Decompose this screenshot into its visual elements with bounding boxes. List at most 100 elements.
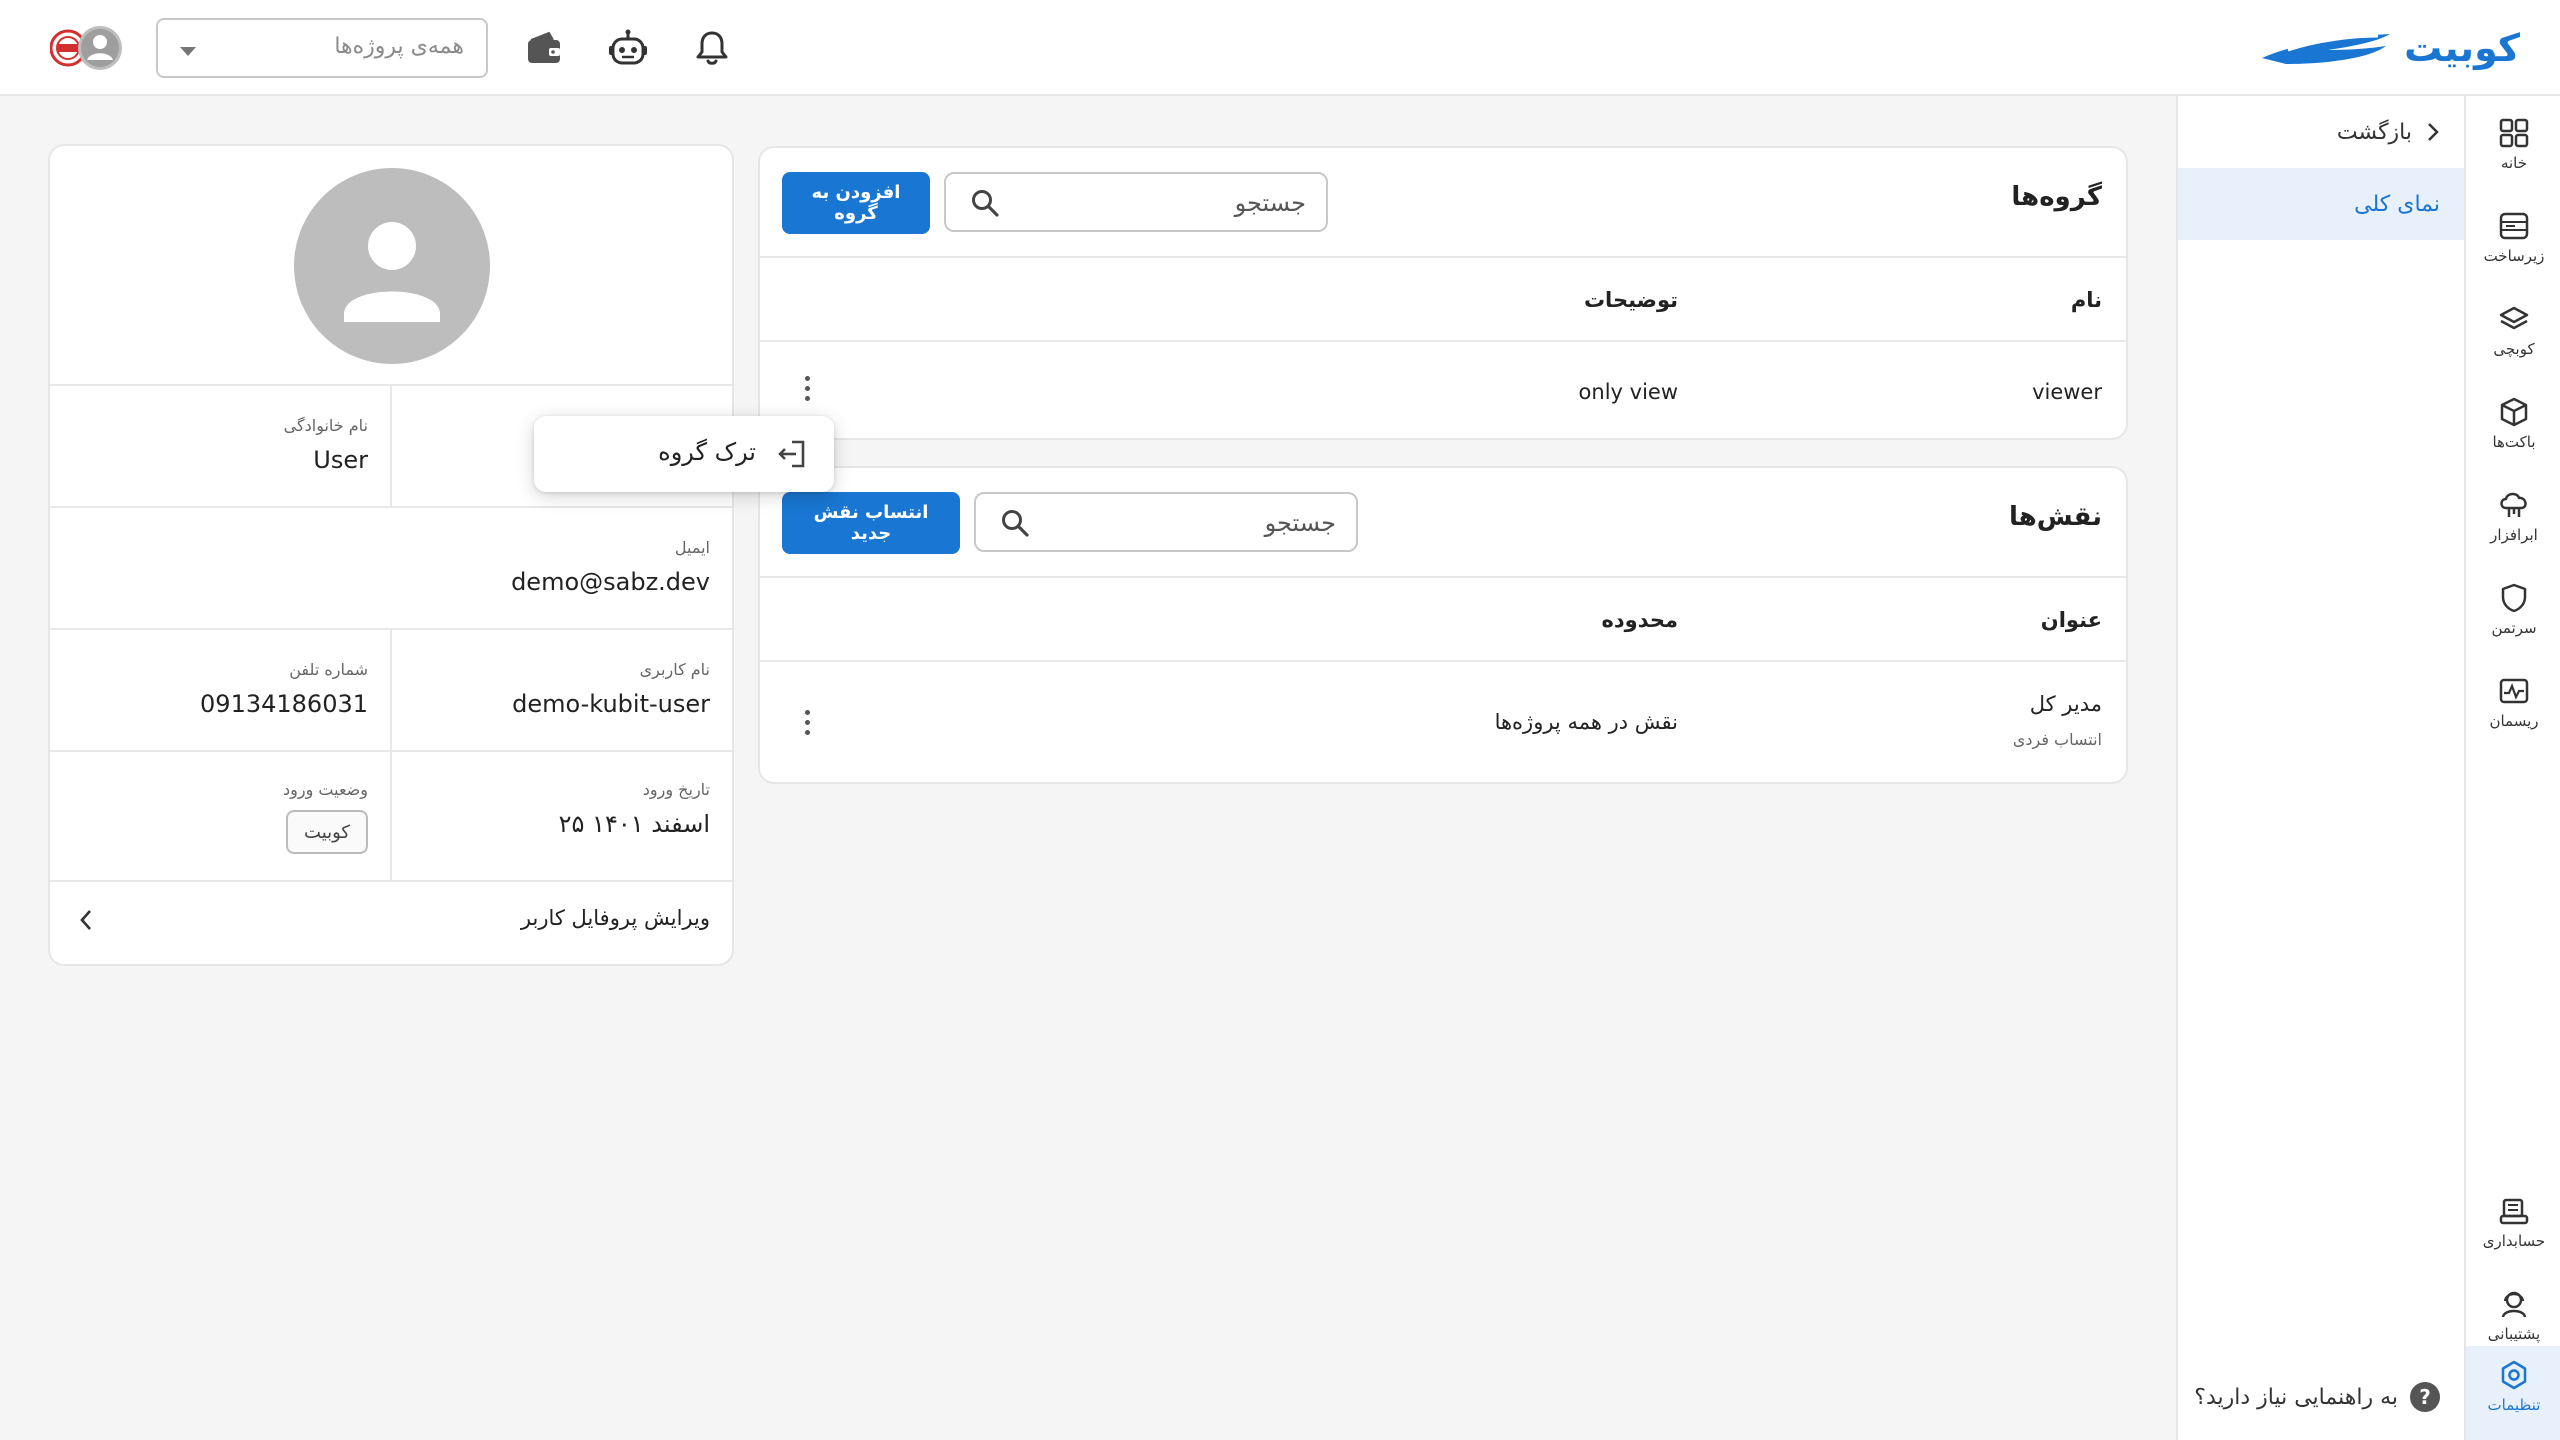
- rail-label: حسابداری: [2482, 1232, 2546, 1250]
- rail-item-certman[interactable]: سرتمن: [2466, 569, 2560, 649]
- login-date-value: ۲۵ اسفند ۱۴۰۱: [558, 810, 710, 838]
- rail-label: باکت‌ها: [2492, 433, 2536, 451]
- back-button[interactable]: بازگشت: [2337, 114, 2440, 150]
- leave-icon: [778, 440, 805, 468]
- rail-label: ابرافزار: [2490, 526, 2538, 544]
- group-row-menu-button[interactable]: [801, 372, 813, 408]
- roles-search-input[interactable]: [1056, 506, 1336, 540]
- logo-text: کوبیت: [2404, 26, 2520, 70]
- groups-search[interactable]: [944, 172, 1328, 232]
- grid-icon: [2499, 118, 2529, 148]
- help-icon: ?: [2410, 1382, 2440, 1412]
- add-to-group-button[interactable]: افزودن به گروه: [782, 172, 930, 234]
- roles-title: نقش‌ها: [2008, 502, 2102, 532]
- assign-role-button[interactable]: انتساب نقش جدید: [782, 492, 960, 554]
- wallet-icon: [528, 31, 560, 63]
- col-title: عنوان: [2040, 608, 2102, 632]
- last-name-label: نام خانوادگی: [283, 416, 368, 435]
- col-scope: محدوده: [1601, 608, 1679, 632]
- overview-label: نمای کلی: [2354, 191, 2440, 217]
- chevron-right-icon: [2428, 123, 2439, 141]
- table-row: viewer only view: [760, 344, 2126, 440]
- rail-item-kubchi[interactable]: کوبچی: [2466, 290, 2560, 370]
- divider: [390, 630, 392, 880]
- rail-item-infrastructure[interactable]: زیرساخت: [2466, 197, 2560, 277]
- wallet-button[interactable]: [520, 24, 568, 72]
- roles-table-header: عنوان محدوده: [760, 580, 2126, 662]
- role-subtitle: انتساب فردی: [2012, 730, 2102, 749]
- project-select-placeholder: همه‌ی پروژه‌ها: [334, 34, 464, 59]
- table-row: مدیر کل انتساب فردی نقش در همه پروژه‌ها: [760, 664, 2126, 784]
- kubit-logo-icon: [2262, 34, 2391, 64]
- settings-icon: [2501, 1360, 2527, 1390]
- divider: [50, 506, 732, 508]
- roles-search[interactable]: [974, 492, 1358, 552]
- rail-item-settings[interactable]: تنظیمات: [2466, 1346, 2560, 1440]
- bell-icon: [696, 31, 728, 65]
- settings-subnav: بازگشت نمای کلی به راهنمایی نیاز دارید؟ …: [2176, 96, 2464, 1440]
- leave-group-item[interactable]: ترک گروه: [658, 438, 756, 466]
- search-icon: [972, 190, 999, 217]
- support-icon: [2501, 1291, 2527, 1318]
- rail-label: خانه: [2500, 154, 2528, 172]
- assistant-button[interactable]: [604, 24, 652, 72]
- layers-icon: [2499, 306, 2529, 330]
- search-icon: [1002, 510, 1029, 537]
- chevron-down-icon: [180, 47, 196, 56]
- cube-icon: [2500, 397, 2528, 427]
- notifications-button[interactable]: [688, 24, 736, 72]
- username-label: نام کاربری: [639, 660, 710, 679]
- rail-label: تنظیمات: [2487, 1396, 2541, 1414]
- role-scope: نقش در همه پروژه‌ها: [1494, 710, 1678, 734]
- project-select[interactable]: همه‌ی پروژه‌ها: [156, 18, 488, 78]
- chevron-left-icon: [80, 910, 91, 930]
- role-row-menu-button[interactable]: [801, 706, 813, 742]
- top-bar: کوبیت همه‌ی پروژه‌ها: [0, 0, 2560, 96]
- groups-card: گروه‌ها افزودن به گروه نام توضیحات viewe…: [758, 146, 2128, 440]
- back-label: بازگشت: [2336, 119, 2412, 145]
- accounting-icon: [2499, 1198, 2529, 1225]
- edit-profile-link[interactable]: ویرایش پروفایل کاربر: [50, 880, 732, 960]
- divider: [50, 750, 732, 752]
- roles-card-header: نقش‌ها انتساب نقش جدید: [760, 468, 2126, 578]
- rail-label: ریسمان: [2489, 712, 2539, 730]
- group-row-popup-menu[interactable]: ترک گروه: [534, 416, 834, 492]
- help-text: به راهنمایی نیاز دارید؟: [2194, 1384, 2398, 1410]
- groups-table-header: نام توضیحات: [760, 260, 2126, 342]
- rail-item-support[interactable]: پشتیبانی: [2466, 1275, 2560, 1355]
- rail-label: زیرساخت: [2483, 247, 2545, 265]
- rail-label: پشتیبانی: [2487, 1325, 2541, 1343]
- rail-item-risman[interactable]: ریسمان: [2466, 662, 2560, 742]
- role-title: مدیر کل: [2029, 692, 2102, 716]
- shield-icon: [2501, 583, 2527, 613]
- server-icon: [2499, 212, 2529, 240]
- user-avatar-icon: [49, 26, 122, 70]
- user-menu-button[interactable]: [49, 24, 124, 72]
- login-status-label: وضعیت ورود: [283, 780, 368, 799]
- profile-avatar: [294, 168, 490, 364]
- rail-label: کوبچی: [2493, 340, 2535, 358]
- main-nav-rail: خانه زیرساخت کوبچی باکت‌ها ابرافزار: [2464, 96, 2560, 1440]
- user-silhouette-icon: [344, 222, 440, 322]
- groups-title: گروه‌ها: [2011, 182, 2102, 212]
- rail-label: سرتمن: [2491, 619, 2537, 637]
- pulse-icon: [2499, 678, 2529, 704]
- edit-profile-label: ویرایش پروفایل کاربر: [520, 906, 710, 930]
- rail-item-home[interactable]: خانه: [2466, 104, 2560, 184]
- phone-label: شماره تلفن: [289, 660, 368, 679]
- username-value: demo-kubit-user: [512, 690, 710, 718]
- rail-item-cloud-apps[interactable]: ابرافزار: [2466, 476, 2560, 556]
- col-name: نام: [2070, 288, 2102, 312]
- groups-search-input[interactable]: [1026, 186, 1306, 220]
- app-logo[interactable]: کوبیت: [2258, 24, 2520, 72]
- email-value: demo@sabz.dev: [511, 568, 710, 596]
- divider: [390, 386, 392, 506]
- rail-item-buckets[interactable]: باکت‌ها: [2466, 383, 2560, 463]
- rail-item-accounting[interactable]: حسابداری: [2466, 1182, 2560, 1262]
- last-name-value: User: [313, 446, 368, 474]
- help-link[interactable]: به راهنمایی نیاز دارید؟ ?: [2194, 1382, 2440, 1412]
- group-description: only view: [1578, 380, 1678, 404]
- subnav-item-overview[interactable]: نمای کلی: [2178, 168, 2464, 240]
- cloud-app-icon: [2500, 492, 2527, 517]
- roles-card: نقش‌ها انتساب نقش جدید عنوان محدوده مدیر…: [758, 466, 2128, 784]
